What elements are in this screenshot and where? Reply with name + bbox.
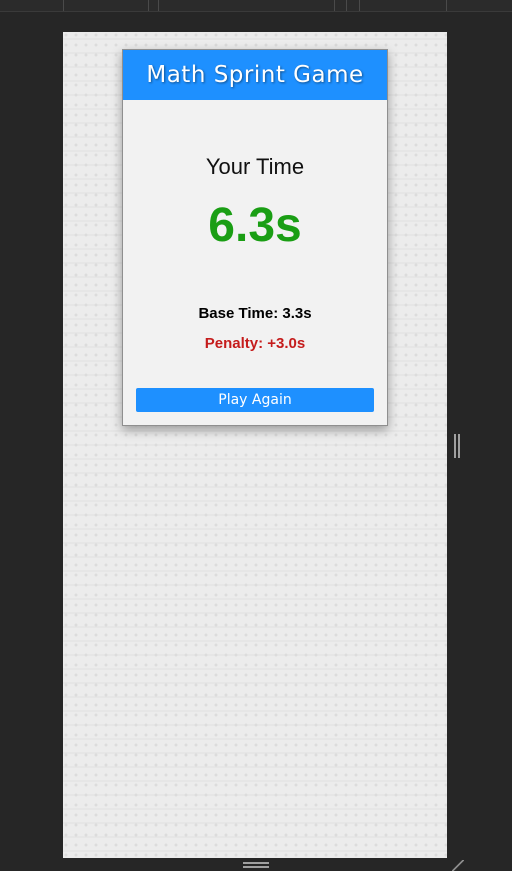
ruler-tick	[158, 0, 159, 11]
device-viewport: Math Sprint Game Your Time 6.3s Base Tim…	[63, 32, 447, 858]
ruler-tick	[446, 0, 447, 11]
ruler-tick	[346, 0, 347, 11]
play-again-button[interactable]: Play Again	[136, 388, 374, 412]
your-time-label: Your Time	[205, 154, 305, 179]
ruler-tick	[148, 0, 149, 11]
card-header: Math Sprint Game	[123, 50, 387, 100]
ruler-tick	[359, 0, 360, 11]
corner-resize-icon[interactable]	[452, 860, 464, 871]
vertical-resize-handle-icon[interactable]	[454, 434, 460, 458]
horizontal-resize-handle-icon[interactable]	[243, 862, 269, 868]
devtools-ruler	[0, 0, 512, 12]
final-time-value: 6.3s	[208, 199, 302, 252]
ruler-tick	[63, 0, 64, 11]
game-title: Math Sprint Game	[146, 62, 364, 88]
penalty-text: Penalty: +3.0s	[204, 335, 306, 352]
base-time-text: Base Time: 3.3s	[198, 305, 312, 322]
ruler-tick	[334, 0, 335, 11]
score-card: Math Sprint Game Your Time 6.3s Base Tim…	[122, 49, 388, 426]
